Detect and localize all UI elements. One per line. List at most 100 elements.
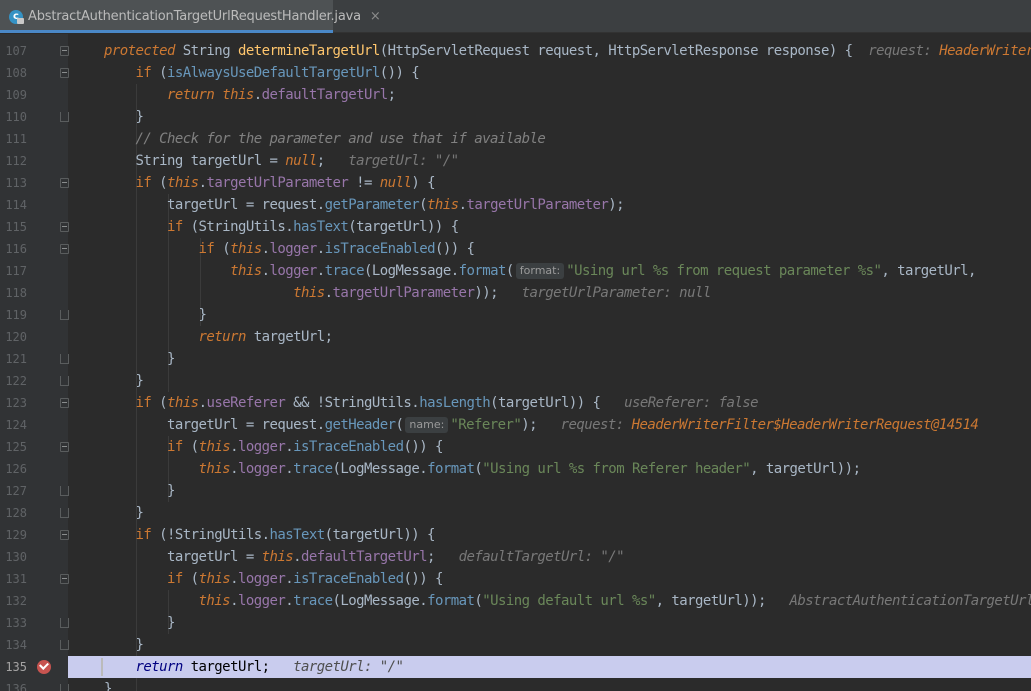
code-token: if [135,395,160,411]
code-line[interactable]: targetUrl = request.getParameter(this.ta… [68,194,1031,216]
gutter-row[interactable]: 111 [0,128,68,150]
gutter-row[interactable]: 125 [0,436,69,458]
code-token: null [285,153,317,169]
code-line[interactable]: if (this.logger.isTraceEnabled()) { [68,436,1031,458]
code-line[interactable]: return targetUrl; [68,326,1031,348]
gutter-row[interactable]: 107 [0,40,69,62]
inline-debug-value: HeaderWriterFilter$HeaderWriterRequest@1… [939,43,1031,59]
gutter-row[interactable]: 124 [0,414,68,436]
gutter-row[interactable]: 116 [0,238,69,260]
code-line[interactable]: if (isAlwaysUseDefaultTargetUrl()) { [68,62,1031,84]
code-token: isAlwaysUseDefaultTargetUrl [167,65,380,81]
code-line[interactable]: if (this.useReferer && !StringUtils.hasL… [68,392,1031,414]
gutter-row[interactable]: 120 [0,326,68,348]
gutter-row[interactable]: 113 [0,172,69,194]
code-token: targetUrl = [104,549,262,565]
code-line[interactable]: protected String determineTargetUrl(Http… [68,40,1031,62]
inline-debug-value: targetUrl: "/" [293,659,404,675]
parameter-name-hint[interactable]: format: [515,263,565,279]
code-line[interactable]: this.logger.trace(LogMessage.format("Usi… [68,590,1031,612]
code-line[interactable]: targetUrl = request.getHeader(name: "Refe… [68,414,1031,436]
breakpoint-icon[interactable] [37,660,51,674]
code-token: } [104,681,112,691]
code-editor[interactable]: protected String determineTargetUrl(Http… [68,34,1031,691]
gutter-row[interactable]: 115 [0,216,69,238]
code-line[interactable]: if (this.logger.isTraceEnabled()) { [68,568,1031,590]
code-token: . [230,461,238,477]
gutter-row[interactable]: 134 [0,634,69,656]
parameter-name-hint[interactable]: name: [405,417,449,433]
gutter-row[interactable]: 119 [0,304,69,326]
code-line[interactable]: this.logger.trace(LogMessage.format("Usi… [68,458,1031,480]
gutter-row[interactable]: 130 [0,546,68,568]
line-number: 128 [5,506,27,520]
gutter-row[interactable]: 114 [0,194,68,216]
gutter-row[interactable]: 132 [0,590,68,612]
gutter-row[interactable]: 109 [0,84,68,106]
code-token: (targetUrl)) { [490,395,625,411]
code-token: ) { [411,175,435,191]
code-line[interactable]: if (StringUtils.hasText(targetUrl)) { [68,216,1031,238]
code-token: (targetUrl)) { [324,527,436,543]
gutter-row[interactable]: 131 [0,568,69,590]
code-token: String targetUrl = [104,153,286,169]
gutter-row[interactable]: 110 [0,106,69,128]
code-line[interactable]: if (this.targetUrlParameter != null) { [68,172,1031,194]
gutter-row[interactable]: 129 [0,524,69,546]
code-token: this [230,263,262,279]
code-line[interactable]: return this.defaultTargetUrl; [68,84,1031,106]
code-line[interactable]: } [68,348,1031,370]
code-line[interactable]: String targetUrl = null; targetUrl: "/" [68,150,1031,172]
code-token: ()) { [379,65,420,81]
gutter-row[interactable]: 127 [0,480,69,502]
code-token: , targetUrl)); [655,593,790,609]
gutter-row[interactable]: 112 [0,150,68,172]
gutter-row[interactable]: 133 [0,612,69,634]
code-line[interactable]: this.logger.trace(LogMessage.format(form… [68,260,1031,282]
gutter-row[interactable]: 121 [0,348,69,370]
code-token: isTraceEnabled [293,439,404,455]
gutter-row[interactable]: 126 [0,458,68,480]
code-line[interactable]: } [68,480,1031,502]
gutter-row[interactable]: 117 [0,260,68,282]
inline-debug-value: request: [560,417,632,433]
code-line[interactable]: } [68,370,1031,392]
gutter-row[interactable]: 136 [0,678,69,691]
code-token: ; [427,549,459,565]
code-token: ()) { [403,571,443,587]
code-line[interactable]: } [68,502,1031,524]
file-tab[interactable]: c AbstractAuthenticationTargetUrlRequest… [0,0,381,33]
code-token: } [104,109,144,125]
code-line[interactable]: } [68,304,1031,326]
code-line[interactable]: } [68,678,1031,691]
code-line[interactable]: this.targetUrlParameter)); targetUrlPara… [68,282,1031,304]
code-line[interactable]: } [68,106,1031,128]
line-number: 116 [5,242,27,256]
code-line[interactable]: targetUrl = this.defaultTargetUrl; defau… [68,546,1031,568]
gutter-row[interactable]: 118 [0,282,68,304]
close-icon[interactable]: × [370,9,381,24]
code-token: useReferer [206,395,286,411]
gutter-row[interactable]: 108 [0,62,69,84]
gutter-row[interactable]: 128 [0,502,69,524]
code-line[interactable]: if (this.logger.isTraceEnabled()) { [68,238,1031,260]
gutter-row[interactable]: 122 [0,370,69,392]
code-token: this [198,439,231,455]
code-token: ()) { [434,241,475,257]
line-number: 126 [5,462,27,476]
code-line[interactable]: // Check for the parameter and use that … [68,128,1031,150]
code-token: . [230,593,238,609]
execution-line[interactable]: return targetUrl; targetUrl: "/" [68,656,1031,678]
line-number: 112 [5,154,27,168]
code-line[interactable]: } [68,612,1031,634]
line-number-gutter[interactable]: 107 108 109 110 111 112 113 114 115 116 117 118 119 1… [0,34,69,691]
code-token: if [135,65,160,81]
gutter-row[interactable]: 135 [0,656,68,678]
inline-debug-value: AbstractAuthenticationTargetUrlRequestHa… [789,593,1031,609]
code-token: this [293,285,325,301]
gutter-row[interactable]: 123 [0,392,69,414]
code-line[interactable]: } [68,634,1031,656]
code-line[interactable]: if (!StringUtils.hasText(targetUrl)) { [68,524,1031,546]
